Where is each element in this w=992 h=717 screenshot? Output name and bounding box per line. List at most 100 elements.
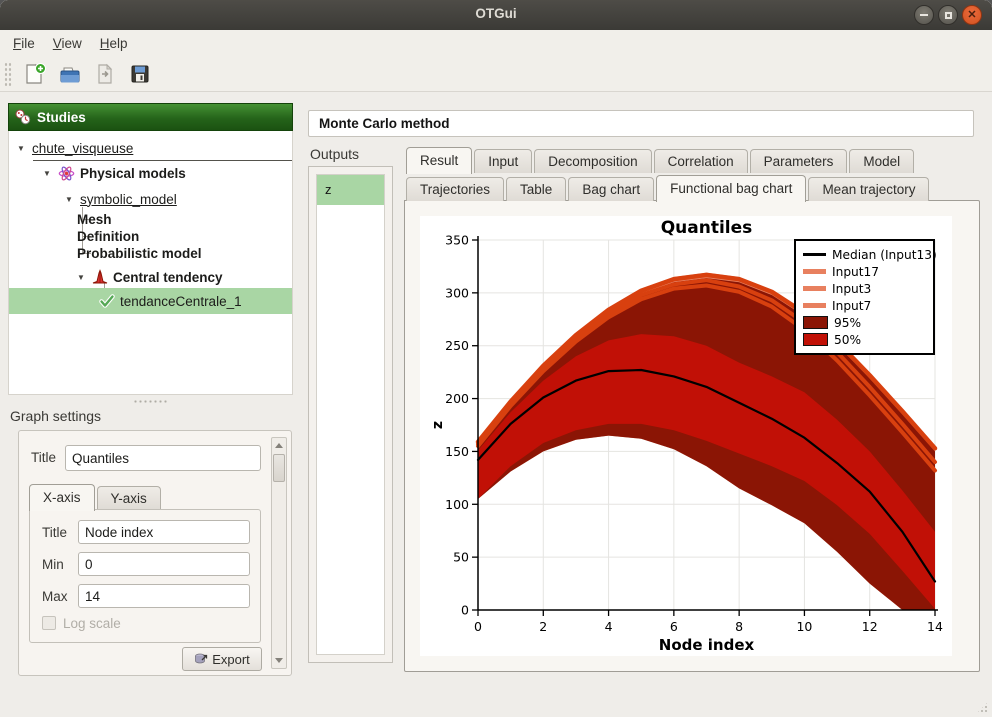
export-button[interactable]: Export [182,647,262,671]
legend-swatch [803,316,828,329]
scroll-up-icon[interactable] [272,439,286,452]
tree-item-physical-models[interactable]: ▼ Physical models [9,161,292,185]
legend-swatch [803,333,828,346]
new-study-button[interactable] [20,59,50,89]
svg-text:12: 12 [862,619,878,634]
menu-item-view[interactable]: View [44,33,91,54]
tab-decomposition[interactable]: Decomposition [534,149,651,173]
studies-panel-header: Studies [8,103,293,131]
legend-entry-input17: Input17 [803,263,927,280]
x-axis-pane: Title Min Max Log scale [29,509,261,643]
axis-tab-y-axis[interactable]: Y-axis [97,486,161,510]
tab-bag-chart[interactable]: Bag chart [568,177,654,201]
open-study-button[interactable] [55,59,85,89]
panel-splitter-handle[interactable] [133,399,169,404]
secondary-tabbar: TrajectoriesTableBag chartFunctional bag… [406,173,931,201]
studies-tree: ▼chute_visqueuse▼Physical models▼symboli… [8,131,293,395]
axis-title-input[interactable] [78,520,250,544]
svg-text:200: 200 [445,391,469,406]
tree-item-definition[interactable]: Definition [9,228,292,245]
tab-result[interactable]: Result [406,147,472,174]
legend-entry-median-input13: Median (Input13) [803,246,927,263]
tree-item-label: Probabilistic model [77,246,202,261]
tab-input[interactable]: Input [474,149,532,173]
tab-trajectories[interactable]: Trajectories [406,177,504,201]
outputs-frame: z [308,166,393,663]
tab-mean-trajectory[interactable]: Mean trajectory [808,177,929,201]
axis-title-label: Title [42,525,67,540]
axis-min-label: Min [42,557,64,572]
check-icon [99,293,115,309]
tree-item-label: Definition [77,229,139,244]
tab-functional-bag-chart[interactable]: Functional bag chart [656,175,806,202]
maximize-icon [945,12,952,19]
scrollbar-thumb[interactable] [273,454,285,482]
tree-item-label: Physical models [80,166,186,181]
svg-text:150: 150 [445,444,469,459]
tree-item-probabilistic-model[interactable]: Probabilistic model [9,245,292,262]
tab-parameters[interactable]: Parameters [750,149,848,173]
legend-swatch [803,253,826,255]
tab-table[interactable]: Table [506,177,566,201]
graph-settings-box: Title X-axisY-axis Title Min Max Log sca… [18,430,292,676]
tree-item-label: Mesh [77,212,112,227]
window-resize-grip[interactable] [976,701,989,714]
svg-text:50: 50 [453,550,469,565]
toolbar-drag-handle[interactable] [4,62,12,86]
menu-item-help[interactable]: Help [91,33,137,54]
legend-entry-input7: Input7 [803,297,927,314]
tree-item-chute-visqueuse[interactable]: ▼chute_visqueuse [9,136,292,160]
save-study-button[interactable] [125,59,155,89]
axis-tab-x-axis[interactable]: X-axis [29,484,95,511]
axis-tabbar: X-axisY-axis [29,483,163,510]
tab-model[interactable]: Model [849,149,914,173]
log-scale-checkbox[interactable] [42,616,56,630]
tree-item-central-tendency[interactable]: ▼Central tendency [9,266,292,288]
tree-item-symbolic-model[interactable]: ▼ symbolic_model [9,188,292,210]
graph-title-input[interactable] [65,445,261,471]
legend-label: Input17 [832,265,879,279]
legend-entry-50: 50% [803,331,927,348]
import-script-button[interactable] [90,59,120,89]
legend-swatch [803,286,826,291]
tree-item-tendancecentrale-1[interactable]: tendanceCentrale_1 [9,288,292,314]
maximize-button[interactable] [938,5,958,25]
legend-swatch [803,269,826,274]
tree-item-label: symbolic_model [80,192,177,207]
primary-tabbar: ResultInputDecompositionCorrelationParam… [406,146,916,173]
menu-item-file[interactable]: File [4,33,44,54]
toolbar [0,56,992,92]
legend-swatch [803,303,826,308]
expander-icon[interactable]: ▼ [77,273,87,282]
svg-text:300: 300 [445,285,469,300]
expander-icon[interactable]: ▼ [65,195,75,204]
legend-label: Input3 [832,282,871,296]
svg-text:8: 8 [735,619,743,634]
tab-correlation[interactable]: Correlation [654,149,748,173]
tree-item-mesh[interactable]: Mesh [9,211,292,228]
svg-text:Quantiles: Quantiles [661,218,753,238]
svg-text:0: 0 [474,619,482,634]
legend-entry-input3: Input3 [803,280,927,297]
axis-min-input[interactable] [78,552,250,576]
svg-text:4: 4 [605,619,613,634]
tree-item-label: tendanceCentrale_1 [120,294,242,309]
expander-icon[interactable]: ▼ [17,144,27,153]
log-scale-label: Log scale [63,616,121,631]
scroll-down-icon[interactable] [272,654,286,667]
output-item-z[interactable]: z [317,175,384,205]
legend-label: Input7 [832,299,871,313]
new-study-icon [23,62,47,86]
legend-label: 50% [834,333,861,347]
legend-entry-95: 95% [803,314,927,331]
axis-max-input[interactable] [78,584,250,608]
expander-icon[interactable]: ▼ [43,169,53,178]
title-bar[interactable]: OTGui ✕ [0,0,992,31]
svg-text:350: 350 [445,233,469,248]
minimize-button[interactable] [914,5,934,25]
close-button[interactable]: ✕ [962,5,982,25]
settings-scrollbar[interactable] [271,437,287,669]
save-study-icon [128,62,152,86]
central-tendency-icon [92,269,108,285]
open-study-icon [58,62,82,86]
